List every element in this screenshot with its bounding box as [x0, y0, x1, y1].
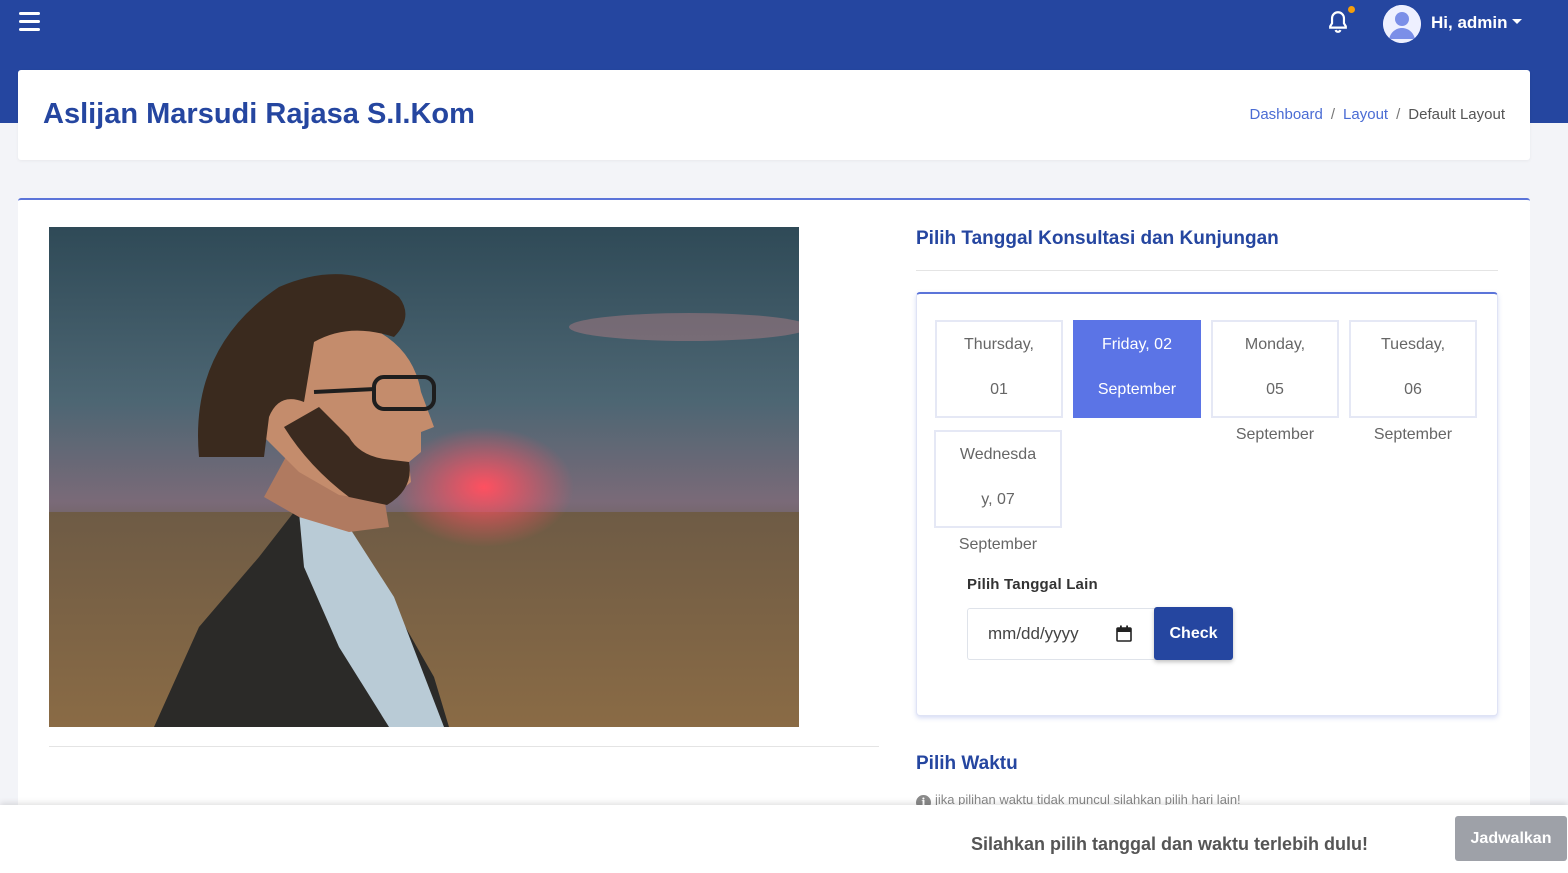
- check-button[interactable]: Check: [1154, 607, 1233, 660]
- day-option-label: y, 07: [981, 491, 1015, 508]
- breadcrumb-separator: /: [1330, 106, 1336, 123]
- breadcrumb-layout[interactable]: Layout: [1343, 106, 1388, 123]
- page-title: Aslijan Marsudi Rajasa S.I.Kom: [43, 98, 475, 130]
- day-option-monday[interactable]: Monday, 05 September: [1211, 320, 1339, 443]
- date-section-title: Pilih Tanggal Konsultasi dan Kunjungan: [916, 228, 1279, 249]
- day-option-label: Wednesda: [959, 446, 1037, 463]
- day-option-tuesday[interactable]: Tuesday, 06 September: [1349, 320, 1477, 443]
- date-picker-panel: Thursday, 01 Friday, 02 September Monday…: [916, 292, 1498, 716]
- day-option-label: September: [1097, 381, 1177, 398]
- breadcrumb: Dashboard / Layout / Default Layout: [1249, 106, 1505, 123]
- notification-dot: [1348, 6, 1355, 13]
- day-option-label: September: [1373, 426, 1453, 443]
- avatar[interactable]: [1383, 5, 1421, 43]
- day-option-label: September: [1235, 426, 1315, 443]
- breadcrumb-dashboard[interactable]: Dashboard: [1249, 106, 1322, 123]
- day-option-label: Monday,: [1244, 336, 1306, 353]
- breadcrumb-separator: /: [1396, 106, 1401, 123]
- day-option-label: 06: [1404, 381, 1422, 398]
- divider: [49, 746, 879, 747]
- time-section-title: Pilih Waktu: [916, 753, 1018, 774]
- day-option-label: 05: [1266, 381, 1284, 398]
- divider: [916, 270, 1498, 271]
- day-option-wednesday[interactable]: Wednesda y, 07 September: [934, 430, 1062, 553]
- date-input[interactable]: mm/dd/yyyy: [967, 608, 1155, 660]
- date-input-placeholder: mm/dd/yyyy: [988, 624, 1079, 643]
- other-date-label: Pilih Tanggal Lain: [967, 576, 1098, 593]
- day-option-label: Thursday,: [964, 336, 1034, 353]
- bell-icon[interactable]: [1325, 9, 1351, 35]
- page-header-card: Aslijan Marsudi Rajasa S.I.Kom Dashboard…: [18, 70, 1530, 160]
- profile-photo: [49, 227, 799, 727]
- user-menu[interactable]: Hi, admin: [1431, 13, 1508, 33]
- menu-icon[interactable]: [19, 12, 40, 32]
- day-option-label: Tuesday,: [1380, 336, 1446, 353]
- day-option-thursday[interactable]: Thursday, 01: [935, 320, 1063, 418]
- chevron-down-icon[interactable]: [1512, 19, 1522, 24]
- bottom-action-bar: Silahkan pilih tanggal dan waktu terlebi…: [0, 805, 1568, 873]
- breadcrumb-current: Default Layout: [1408, 106, 1505, 123]
- selection-prompt: Silahkan pilih tanggal dan waktu terlebi…: [971, 834, 1369, 854]
- day-option-label: 01: [990, 381, 1008, 398]
- schedule-card: Pilih Tanggal Konsultasi dan Kunjungan T…: [18, 198, 1530, 818]
- day-option-label: Friday, 02: [1102, 336, 1172, 353]
- calendar-icon[interactable]: [1116, 625, 1132, 642]
- schedule-button[interactable]: Jadwalkan: [1455, 816, 1567, 861]
- day-option-label: September: [958, 536, 1038, 553]
- day-option-friday[interactable]: Friday, 02 September: [1073, 320, 1201, 418]
